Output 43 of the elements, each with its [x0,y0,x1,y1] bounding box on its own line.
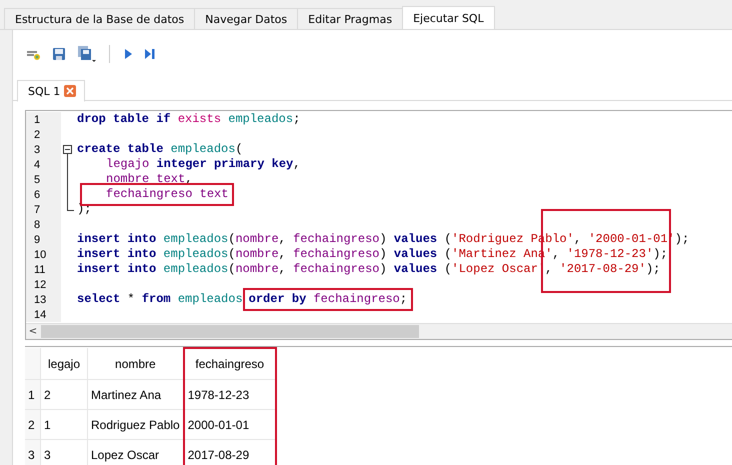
line-number: 11 [26,262,61,277]
table-cell: 2017-08-29 [184,440,276,465]
scroll-left-button[interactable]: < [26,326,40,337]
code-text: legajo integer primary key, [106,157,300,172]
row-number: 3 [25,440,40,465]
fold-icon[interactable] [63,142,73,157]
line-number: 14 [26,307,61,322]
column-header[interactable]: nombre [88,348,184,380]
line-number: 10 [26,247,61,262]
column-header[interactable]: fechaingreso [184,348,276,380]
column-header[interactable]: legajo [40,348,88,380]
code-editor[interactable] [25,110,732,340]
editor-tab[interactable]: SQL 1 [17,80,86,102]
line-number: 8 [26,217,61,232]
table-cell: Martinez Ana [88,380,184,410]
row-number: 2 [25,410,40,440]
line-number: 9 [26,232,61,247]
line-number: 3 [26,142,61,157]
row-number: 1 [25,380,40,410]
line-number: 1 [26,112,61,127]
code-text: select * from empleados [77,292,243,307]
line-number: 2 [26,127,61,142]
tab-label[interactable]: SQL 1 [28,84,60,98]
code-text: insert into empleados(nombre, fechaingreso) values ('Lopez Oscar', '2017-08-29'); [77,262,660,277]
save-dropdown-icon[interactable] [75,43,99,65]
line-number: 6 [26,187,61,202]
tab[interactable]: Ejecutar SQL [402,6,495,29]
scrollbar-thumb[interactable] [41,325,419,338]
table-cell: 2 [40,380,88,410]
line-number: 4 [26,157,61,172]
line-number: 5 [26,172,61,187]
tab[interactable]: Estructura de la Base de datos [4,8,196,29]
table-cell: 1 [40,410,88,440]
line-number: 13 [26,292,61,307]
line-number: 7 [26,202,61,217]
table-cell: 1978-12-23 [184,380,276,410]
code-text: drop table if exists empleados; [77,112,300,127]
highlighted-code-text: order by fechaingreso; [242,288,414,311]
code-text: create table empleados( [77,142,243,157]
table-cell: 2000-01-01 [184,410,276,440]
close-icon[interactable] [64,85,76,97]
highlighted-code-text: fechaingreso text [80,183,234,206]
line-number: 12 [26,277,61,292]
